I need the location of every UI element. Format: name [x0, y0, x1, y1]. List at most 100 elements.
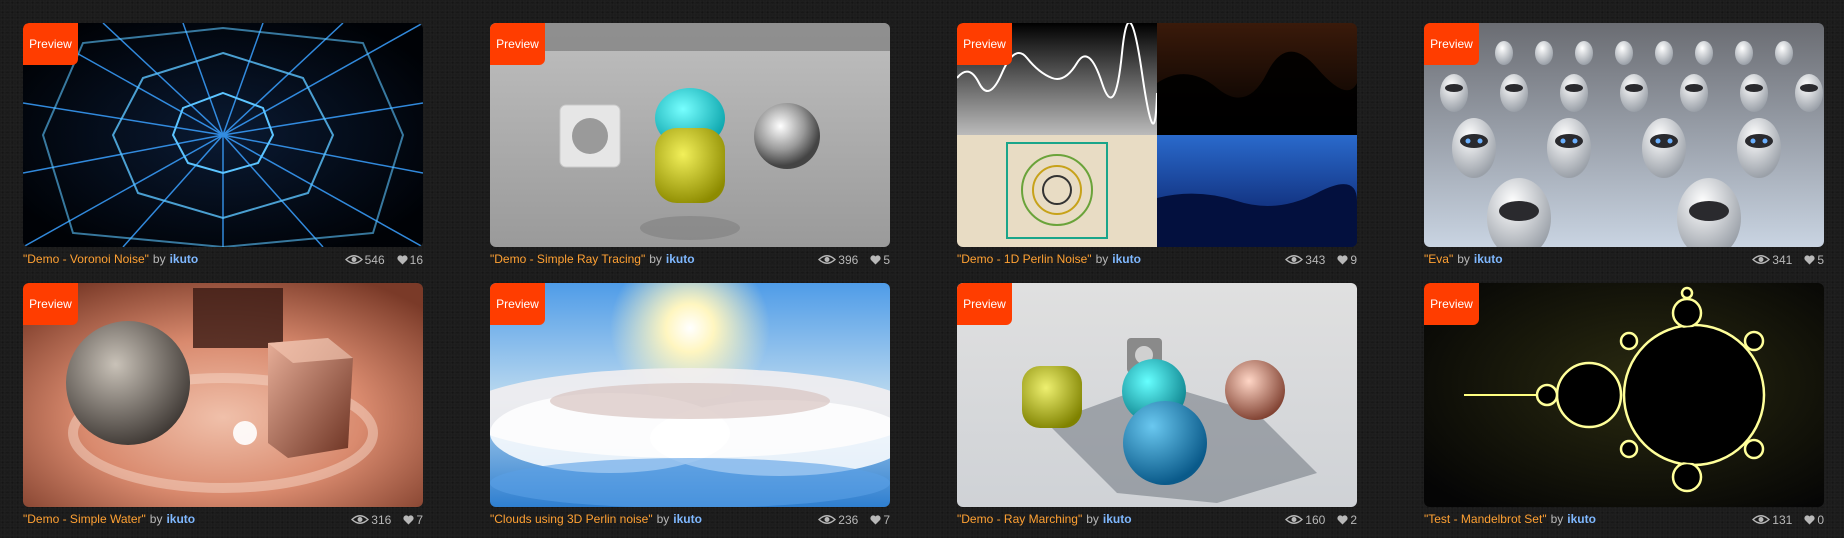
eva-preview-image: [1424, 23, 1824, 247]
shader-stats: 160 2: [1285, 507, 1357, 532]
shader-title-link[interactable]: "Clouds using 3D Perlin noise": [490, 512, 653, 526]
perlin-noise-preview-image: [957, 23, 1357, 247]
shader-meta: "Demo - Ray Marching" by ikuto 160 2: [957, 507, 1357, 531]
shader-thumbnail[interactable]: Preview: [23, 283, 423, 507]
heart-icon: [870, 515, 881, 525]
heart-icon: [870, 255, 881, 265]
eye-icon: [1285, 255, 1304, 265]
view-count: 131: [1772, 512, 1793, 527]
shader-thumbnail[interactable]: Preview: [23, 23, 423, 247]
by-label: by: [152, 252, 166, 266]
view-count: 341: [1772, 252, 1793, 267]
heart-icon: [1804, 515, 1815, 525]
shader-card: Preview "Clouds using 3D Perlin noise" by…: [490, 283, 890, 533]
author-link[interactable]: ikuto: [166, 512, 195, 526]
shader-thumbnail[interactable]: Preview: [1424, 23, 1824, 247]
like-count: 16: [409, 252, 423, 267]
shader-card: Preview "Test - Mandelbrot Set" by ikuto 1…: [1424, 283, 1824, 533]
shader-title-link[interactable]: "Test - Mandelbrot Set": [1424, 512, 1547, 526]
preview-badge[interactable]: Preview: [1424, 23, 1479, 65]
shader-title-link[interactable]: "Demo - Voronoi Noise": [23, 252, 149, 266]
by-label: by: [149, 512, 163, 526]
shader-card: Preview "Demo - Simple Ray Tracing" by iku…: [490, 23, 890, 273]
shader-grid: Preview "Demo - Voronoi Noise" by ikuto 54…: [23, 23, 1824, 533]
shader-stats: 396 5: [818, 247, 890, 272]
author-link[interactable]: ikuto: [1474, 252, 1503, 266]
by-label: by: [649, 252, 662, 266]
shader-thumbnail[interactable]: Preview: [490, 23, 890, 247]
preview-badge[interactable]: Preview: [23, 283, 78, 325]
view-count: 343: [1305, 252, 1326, 267]
water-preview-image: [23, 283, 423, 507]
shader-meta: "Demo - Simple Water" by ikuto 316 7: [23, 507, 423, 531]
eye-icon: [344, 255, 363, 265]
shader-meta: "Test - Mandelbrot Set" by ikuto 131 0: [1424, 507, 1824, 531]
clouds-preview-image: [490, 283, 890, 507]
shader-stats: 131 0: [1752, 507, 1824, 532]
like-count: 5: [1817, 252, 1824, 267]
author-link[interactable]: ikuto: [1112, 252, 1141, 266]
author-link[interactable]: ikuto: [666, 252, 695, 266]
shader-meta: "Demo - 1D Perlin Noise" by ikuto 343 9: [957, 247, 1357, 271]
like-count: 7: [883, 512, 890, 527]
view-count: 396: [838, 252, 859, 267]
eye-icon: [1752, 255, 1771, 265]
shader-stats: 316 7: [351, 507, 423, 532]
shader-stats: 236 7: [818, 507, 890, 532]
preview-badge[interactable]: Preview: [490, 283, 545, 325]
heart-icon: [1337, 255, 1348, 265]
preview-badge[interactable]: Preview: [23, 23, 78, 65]
eye-icon: [1285, 515, 1304, 525]
shader-title-link[interactable]: "Demo - Ray Marching": [957, 512, 1082, 526]
like-count: 2: [1350, 512, 1357, 527]
author-link[interactable]: ikuto: [170, 252, 199, 266]
shader-meta: "Clouds using 3D Perlin noise" by ikuto 23…: [490, 507, 890, 531]
view-count: 316: [371, 512, 392, 527]
shader-title-link[interactable]: "Demo - Simple Ray Tracing": [490, 252, 645, 266]
heart-icon: [403, 515, 414, 525]
preview-badge[interactable]: Preview: [957, 23, 1012, 65]
view-count: 160: [1305, 512, 1326, 527]
by-label: by: [1457, 252, 1470, 266]
author-link[interactable]: ikuto: [1567, 512, 1596, 526]
raytracing-preview-image: [490, 23, 890, 247]
mandelbrot-preview-image: [1424, 283, 1824, 507]
shader-card: Preview "Demo - Voronoi Noise" by ikuto 54…: [23, 23, 423, 273]
shader-title-link[interactable]: "Eva": [1424, 252, 1453, 266]
heart-icon: [397, 255, 408, 265]
shader-title-link[interactable]: "Demo - 1D Perlin Noise": [957, 252, 1092, 266]
by-label: by: [656, 512, 670, 526]
shader-card: Preview "Demo - 1D Perlin Noise" by ikuto …: [957, 23, 1357, 273]
author-link[interactable]: ikuto: [673, 512, 702, 526]
voronoi-preview-image: [23, 23, 423, 247]
author-link[interactable]: ikuto: [1103, 512, 1132, 526]
like-count: 0: [1817, 512, 1824, 527]
heart-icon: [1337, 515, 1348, 525]
view-count: 236: [838, 512, 859, 527]
eye-icon: [818, 515, 837, 525]
heart-icon: [1804, 255, 1815, 265]
like-count: 7: [416, 512, 423, 527]
shader-stats: 343 9: [1285, 247, 1357, 272]
shader-stats: 341 5: [1752, 247, 1824, 272]
eye-icon: [351, 515, 370, 525]
shader-thumbnail[interactable]: Preview: [1424, 283, 1824, 507]
shader-title-link[interactable]: "Demo - Simple Water": [23, 512, 146, 526]
like-count: 9: [1350, 252, 1357, 267]
raymarching-preview-image: [957, 283, 1357, 507]
shader-thumbnail[interactable]: Preview: [490, 283, 890, 507]
shader-meta: "Demo - Voronoi Noise" by ikuto 546 16: [23, 247, 423, 271]
preview-badge[interactable]: Preview: [1424, 283, 1479, 325]
shader-thumbnail[interactable]: Preview: [957, 23, 1357, 247]
preview-badge[interactable]: Preview: [490, 23, 545, 65]
shader-card: Preview "Demo - Ray Marching" by ikuto 160…: [957, 283, 1357, 533]
shader-thumbnail[interactable]: Preview: [957, 283, 1357, 507]
shader-card: Preview "Eva" by ikuto 341 5: [1424, 23, 1824, 273]
by-label: by: [1095, 252, 1109, 266]
view-count: 546: [364, 252, 385, 267]
shader-meta: "Demo - Simple Ray Tracing" by ikuto 396 5: [490, 247, 890, 271]
eye-icon: [1752, 515, 1771, 525]
like-count: 5: [883, 252, 890, 267]
shader-meta: "Eva" by ikuto 341 5: [1424, 247, 1824, 271]
preview-badge[interactable]: Preview: [957, 283, 1012, 325]
